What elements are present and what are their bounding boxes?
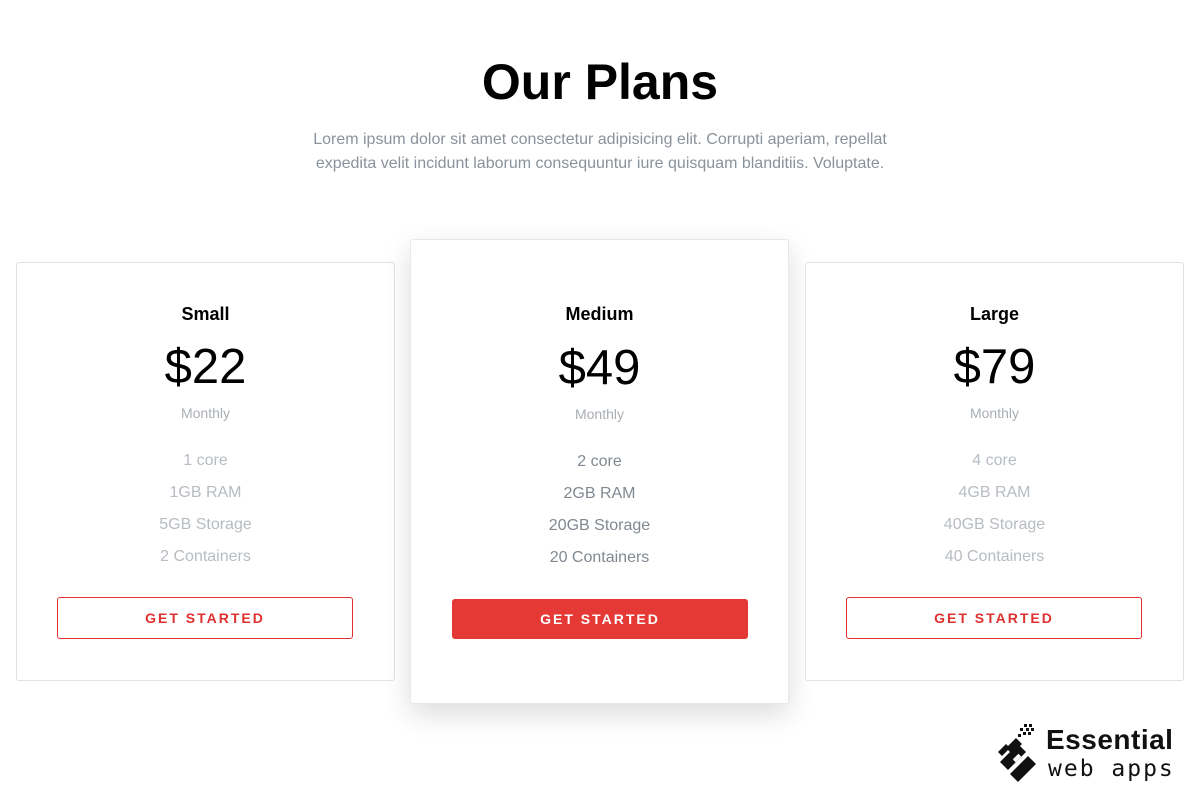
get-started-button-small[interactable]: GET STARTED — [57, 597, 353, 639]
plan-card-small: Small $22 Monthly 1 core 1GB RAM 5GB Sto… — [16, 262, 395, 681]
plan-feature-containers: 2 Containers — [160, 548, 251, 565]
get-started-button-medium[interactable]: GET STARTED — [452, 599, 748, 639]
plan-feature-cores: 4 core — [972, 452, 1017, 469]
essential-web-apps-logo: Essential web apps — [996, 720, 1186, 786]
plan-period: Monthly — [969, 405, 1020, 421]
essential-web-apps-logo-icon — [998, 724, 1036, 782]
logo-text-line1: Essential — [1046, 724, 1174, 755]
plan-features-list: 1 core 1GB RAM 5GB Storage 2 Containers — [17, 445, 394, 573]
plan-feature-storage: 40GB Storage — [943, 516, 1046, 533]
plan-feature-containers: 20 Containers — [549, 549, 650, 566]
plan-feature-ram: 4GB RAM — [958, 484, 1031, 501]
plan-name: Large — [969, 304, 1020, 324]
plan-feature-storage: 20GB Storage — [548, 517, 651, 534]
plan-feature-cores: 2 core — [577, 453, 622, 470]
plan-price: $79 — [953, 340, 1036, 394]
plan-features-list: 2 core 2GB RAM 20GB Storage 20 Container… — [411, 446, 788, 574]
page-title: Our Plans — [481, 54, 719, 110]
plan-feature-storage: 5GB Storage — [159, 516, 252, 533]
plan-period: Monthly — [180, 405, 231, 421]
plan-period: Monthly — [574, 406, 625, 422]
plan-name: Medium — [565, 304, 634, 324]
plan-features-list: 4 core 4GB RAM 40GB Storage 40 Container… — [806, 445, 1183, 573]
plan-card-large: Large $79 Monthly 4 core 4GB RAM 40GB St… — [805, 262, 1184, 681]
plan-name: Small — [181, 304, 230, 324]
plan-feature-containers: 40 Containers — [944, 548, 1045, 565]
get-started-button-large[interactable]: GET STARTED — [846, 597, 1142, 639]
plan-feature-ram: 2GB RAM — [563, 485, 636, 502]
plan-feature-cores: 1 core — [183, 452, 228, 469]
pricing-page: Our Plans Lorem ipsum dolor sit amet con… — [0, 0, 1200, 800]
logo-text-line2: web apps — [1048, 756, 1175, 782]
page-subtitle: Lorem ipsum dolor sit amet consectetur a… — [313, 131, 887, 172]
plan-feature-ram: 1GB RAM — [169, 484, 242, 501]
plan-price: $22 — [164, 340, 247, 394]
plan-price: $49 — [558, 341, 641, 395]
plan-card-medium: Medium $49 Monthly 2 core 2GB RAM 20GB S… — [410, 239, 789, 704]
